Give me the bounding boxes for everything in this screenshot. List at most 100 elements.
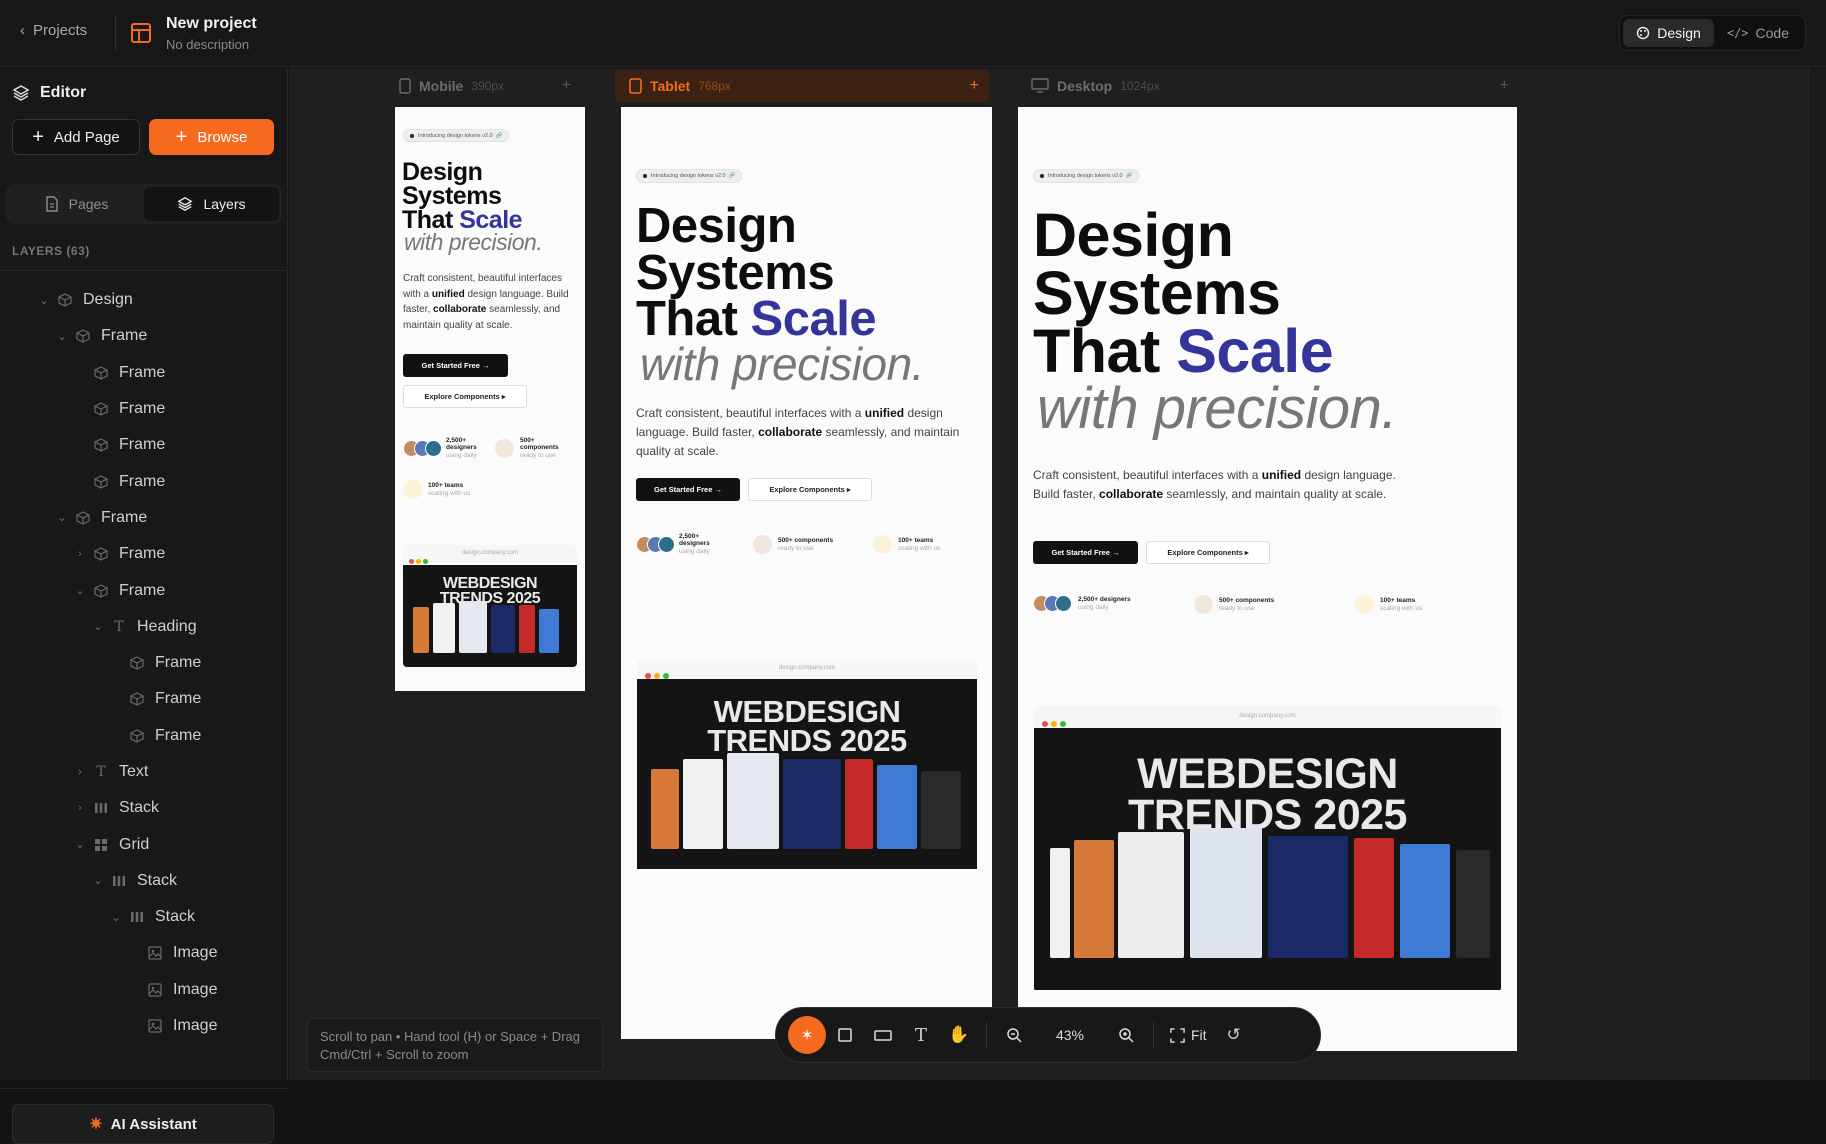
get-started-button[interactable]: Get Started Free → — [636, 478, 740, 501]
frame-tool-button[interactable] — [826, 1016, 864, 1054]
add-page-button[interactable]: + Add Page — [12, 119, 140, 155]
rectangle-tool-button[interactable] — [864, 1016, 902, 1054]
layer-item[interactable]: › Stack — [0, 790, 288, 826]
layer-item[interactable]: ⌄ T Heading — [0, 609, 288, 645]
layer-item[interactable]: Frame — [0, 718, 288, 754]
announcement-badge[interactable]: Introducing design tokens v2.0 🔗 — [403, 129, 510, 142]
device-label-desktop[interactable]: Desktop 1024px + — [1019, 70, 1519, 102]
layer-item[interactable]: ⌄ Design — [0, 282, 288, 318]
chevron-right-icon[interactable]: › — [73, 802, 87, 814]
layer-item[interactable]: Frame — [0, 645, 288, 681]
chevron-down-icon[interactable]: ⌄ — [73, 838, 87, 851]
layer-item[interactable]: › Frame — [0, 536, 288, 572]
fit-label: Fit — [1191, 1027, 1207, 1043]
plus-icon[interactable]: + — [970, 77, 979, 95]
layer-item[interactable]: Frame — [0, 463, 288, 499]
layer-item[interactable]: › T Text — [0, 754, 288, 790]
text-tool-button[interactable]: T — [902, 1016, 940, 1054]
stat-title: 500+ components — [1219, 597, 1275, 605]
stat-teams: 100+ teams scaling with us — [873, 535, 940, 554]
image-icon — [147, 982, 163, 998]
hero-card — [1268, 836, 1348, 958]
layer-item[interactable]: Image — [0, 1008, 288, 1044]
layer-item[interactable]: Frame — [0, 681, 288, 717]
layer-item[interactable]: Frame — [0, 355, 288, 391]
chevron-down-icon[interactable]: ⌄ — [91, 874, 105, 887]
plus-icon: + — [175, 126, 188, 148]
stat-sub: using daily — [446, 451, 477, 459]
layer-item[interactable]: Frame — [0, 427, 288, 463]
device-name: Tablet — [650, 78, 691, 94]
get-started-button[interactable]: Get Started Free → — [403, 354, 508, 377]
palette-icon — [1637, 26, 1650, 40]
fit-button[interactable]: Fit — [1162, 1027, 1215, 1043]
ai-assistant-button[interactable]: ✷ AI Assistant — [12, 1104, 274, 1144]
chevron-down-icon[interactable]: ⌄ — [73, 584, 87, 597]
layer-item[interactable]: Frame — [0, 391, 288, 427]
layer-item[interactable]: ⌄ Stack — [0, 899, 288, 935]
device-label-mobile[interactable]: Mobile 390px + — [389, 70, 581, 102]
design-mode-button[interactable]: Design — [1623, 19, 1714, 47]
chevron-down-icon[interactable]: ⌄ — [55, 330, 69, 343]
component-icon — [129, 728, 145, 744]
reset-view-button[interactable]: ↺ — [1215, 1016, 1253, 1054]
stat-title: 2,500+ designers — [1078, 596, 1131, 604]
hero-card — [783, 759, 841, 849]
design-canvas[interactable]: Mobile 390px + Tablet 768px + Desktop 10… — [289, 68, 1826, 1080]
link-icon: 🔗 — [728, 173, 736, 179]
zoom-out-button[interactable] — [995, 1016, 1033, 1054]
layer-item[interactable]: ⌄ Frame — [0, 572, 288, 608]
chevron-down-icon[interactable]: ⌄ — [37, 294, 51, 307]
explore-components-button[interactable]: Explore Components ▸ — [1146, 541, 1270, 564]
explore-components-button[interactable]: Explore Components ▸ — [748, 478, 872, 501]
image-icon — [147, 1018, 163, 1034]
announcement-badge[interactable]: Introducing design tokens v2.0 🔗 — [1033, 169, 1140, 183]
explore-components-button[interactable]: Explore Components ▸ — [403, 385, 527, 408]
divider — [0, 1088, 288, 1089]
hero-card — [651, 769, 679, 849]
code-icon: </> — [1726, 26, 1749, 40]
layers-icon — [177, 197, 194, 211]
device-label-tablet[interactable]: Tablet 768px + — [615, 70, 989, 102]
layer-label: Frame — [119, 581, 166, 599]
avatar — [658, 535, 675, 553]
heading-scale: Scale — [1176, 316, 1334, 385]
browse-button[interactable]: + Browse — [149, 119, 274, 155]
hero-card — [413, 607, 429, 653]
layer-item[interactable]: ⌄ Grid — [0, 826, 288, 862]
tab-pages[interactable]: Pages — [9, 187, 144, 221]
get-started-button[interactable]: Get Started Free → — [1033, 541, 1138, 564]
chevron-right-icon[interactable]: › — [73, 766, 87, 778]
chevron-down-icon[interactable]: ⌄ — [109, 911, 123, 924]
mobile-frame[interactable]: Introducing design tokens v2.0 🔗 Design S… — [395, 107, 585, 691]
rotate-icon: ↺ — [1226, 1025, 1241, 1044]
rectangle-icon — [874, 1030, 892, 1041]
layer-item[interactable]: ⌄ Frame — [0, 500, 288, 536]
select-tool-button[interactable]: ✶ — [788, 1016, 826, 1054]
plus-icon[interactable]: + — [562, 77, 571, 95]
hand-tool-button[interactable]: ✋ — [940, 1016, 978, 1054]
zoom-in-button[interactable] — [1107, 1016, 1145, 1054]
tab-layers[interactable]: Layers — [144, 187, 279, 221]
code-mode-button[interactable]: </> Code — [1714, 19, 1802, 47]
layer-item[interactable]: Image — [0, 935, 288, 971]
announcement-badge[interactable]: Introducing design tokens v2.0 🔗 — [636, 169, 743, 183]
tablet-icon — [629, 78, 642, 94]
stat-teams: 100+ teams scaling with us — [1355, 595, 1422, 614]
layer-label: Heading — [137, 617, 197, 635]
palette-icon — [495, 438, 514, 458]
desktop-frame[interactable]: Introducing design tokens v2.0 🔗 Design S… — [1018, 107, 1517, 1051]
layer-item[interactable]: ⌄ Frame — [0, 318, 288, 354]
zoom-level[interactable]: 43% — [1045, 1027, 1095, 1043]
layer-item[interactable]: ⌄ Stack — [0, 863, 288, 899]
chevron-right-icon[interactable]: › — [73, 548, 87, 560]
chevron-down-icon[interactable]: ⌄ — [55, 511, 69, 524]
layer-item[interactable]: Image — [0, 972, 288, 1008]
back-to-projects[interactable]: ‹ Projects — [20, 22, 87, 39]
sparkle-icon: ✷ — [89, 1116, 103, 1133]
chevron-down-icon[interactable]: ⌄ — [91, 620, 105, 633]
editor-sidebar: Editor + Add Page + Browse Pages Layers … — [0, 68, 288, 1144]
tablet-frame[interactable]: Introducing design tokens v2.0 🔗 Design S… — [621, 107, 992, 1039]
layer-label: Grid — [119, 835, 150, 853]
plus-icon[interactable]: + — [1500, 77, 1509, 95]
